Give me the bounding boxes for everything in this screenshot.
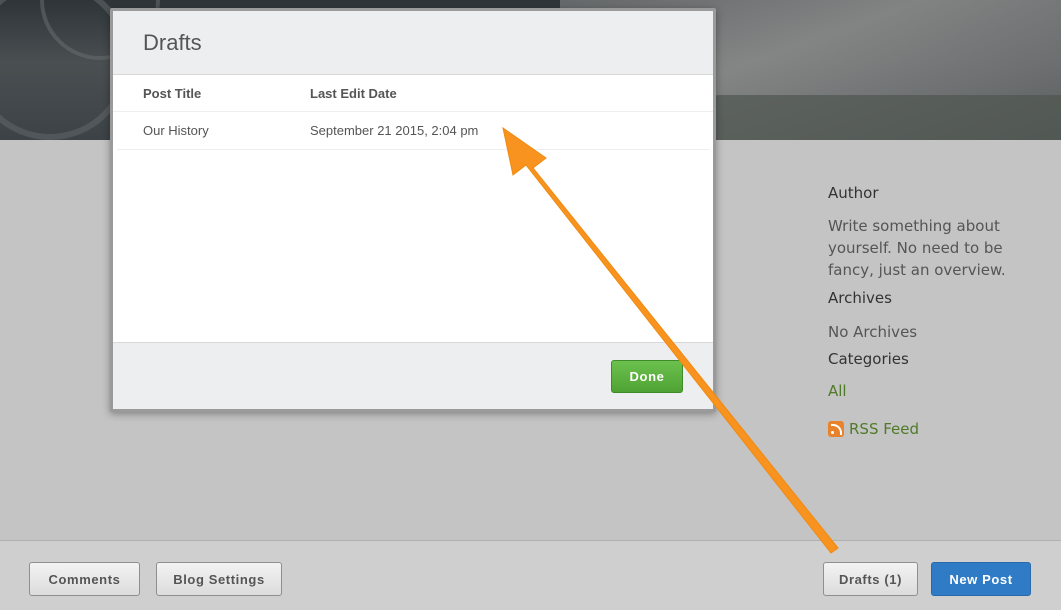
- author-heading: Author: [828, 184, 879, 202]
- new-post-button[interactable]: New Post: [931, 562, 1031, 596]
- draft-date-cell: September 21 2015, 2:04 pm: [310, 123, 479, 138]
- column-header-last-edit-date: Last Edit Date: [310, 85, 397, 101]
- draft-title-cell: Our History: [143, 123, 209, 138]
- blog-settings-button[interactable]: Blog Settings: [156, 562, 282, 596]
- categories-heading: Categories: [828, 350, 909, 368]
- dialog-title: Drafts: [143, 29, 202, 55]
- brush-graphic: [700, 95, 1061, 140]
- rss-feed-label: RSS Feed: [849, 420, 920, 438]
- category-all-link[interactable]: All: [828, 382, 847, 400]
- rss-icon: [828, 421, 844, 437]
- drafts-table-header: Post Title Last Edit Date: [113, 75, 713, 112]
- drafts-table-body: Our History September 21 2015, 2:04 pm: [113, 112, 713, 344]
- drafts-dialog: Drafts Post Title Last Edit Date Our His…: [110, 8, 716, 412]
- author-text: Write something about yourself. No need …: [828, 217, 1006, 279]
- archives-text: No Archives: [828, 323, 918, 341]
- archives-heading: Archives: [828, 289, 892, 307]
- drafts-button[interactable]: Drafts (1): [823, 562, 918, 596]
- dialog-footer: Done: [113, 342, 713, 409]
- table-row[interactable]: Our History September 21 2015, 2:04 pm: [117, 112, 709, 150]
- dialog-header: Drafts: [113, 11, 713, 75]
- rss-feed-link[interactable]: RSS Feed: [828, 420, 919, 438]
- done-button[interactable]: Done: [611, 360, 683, 393]
- column-header-post-title: Post Title: [143, 85, 202, 101]
- editor-toolbar: Comments Blog Settings Drafts (1) New Po…: [0, 540, 1061, 610]
- comments-button[interactable]: Comments: [29, 562, 140, 596]
